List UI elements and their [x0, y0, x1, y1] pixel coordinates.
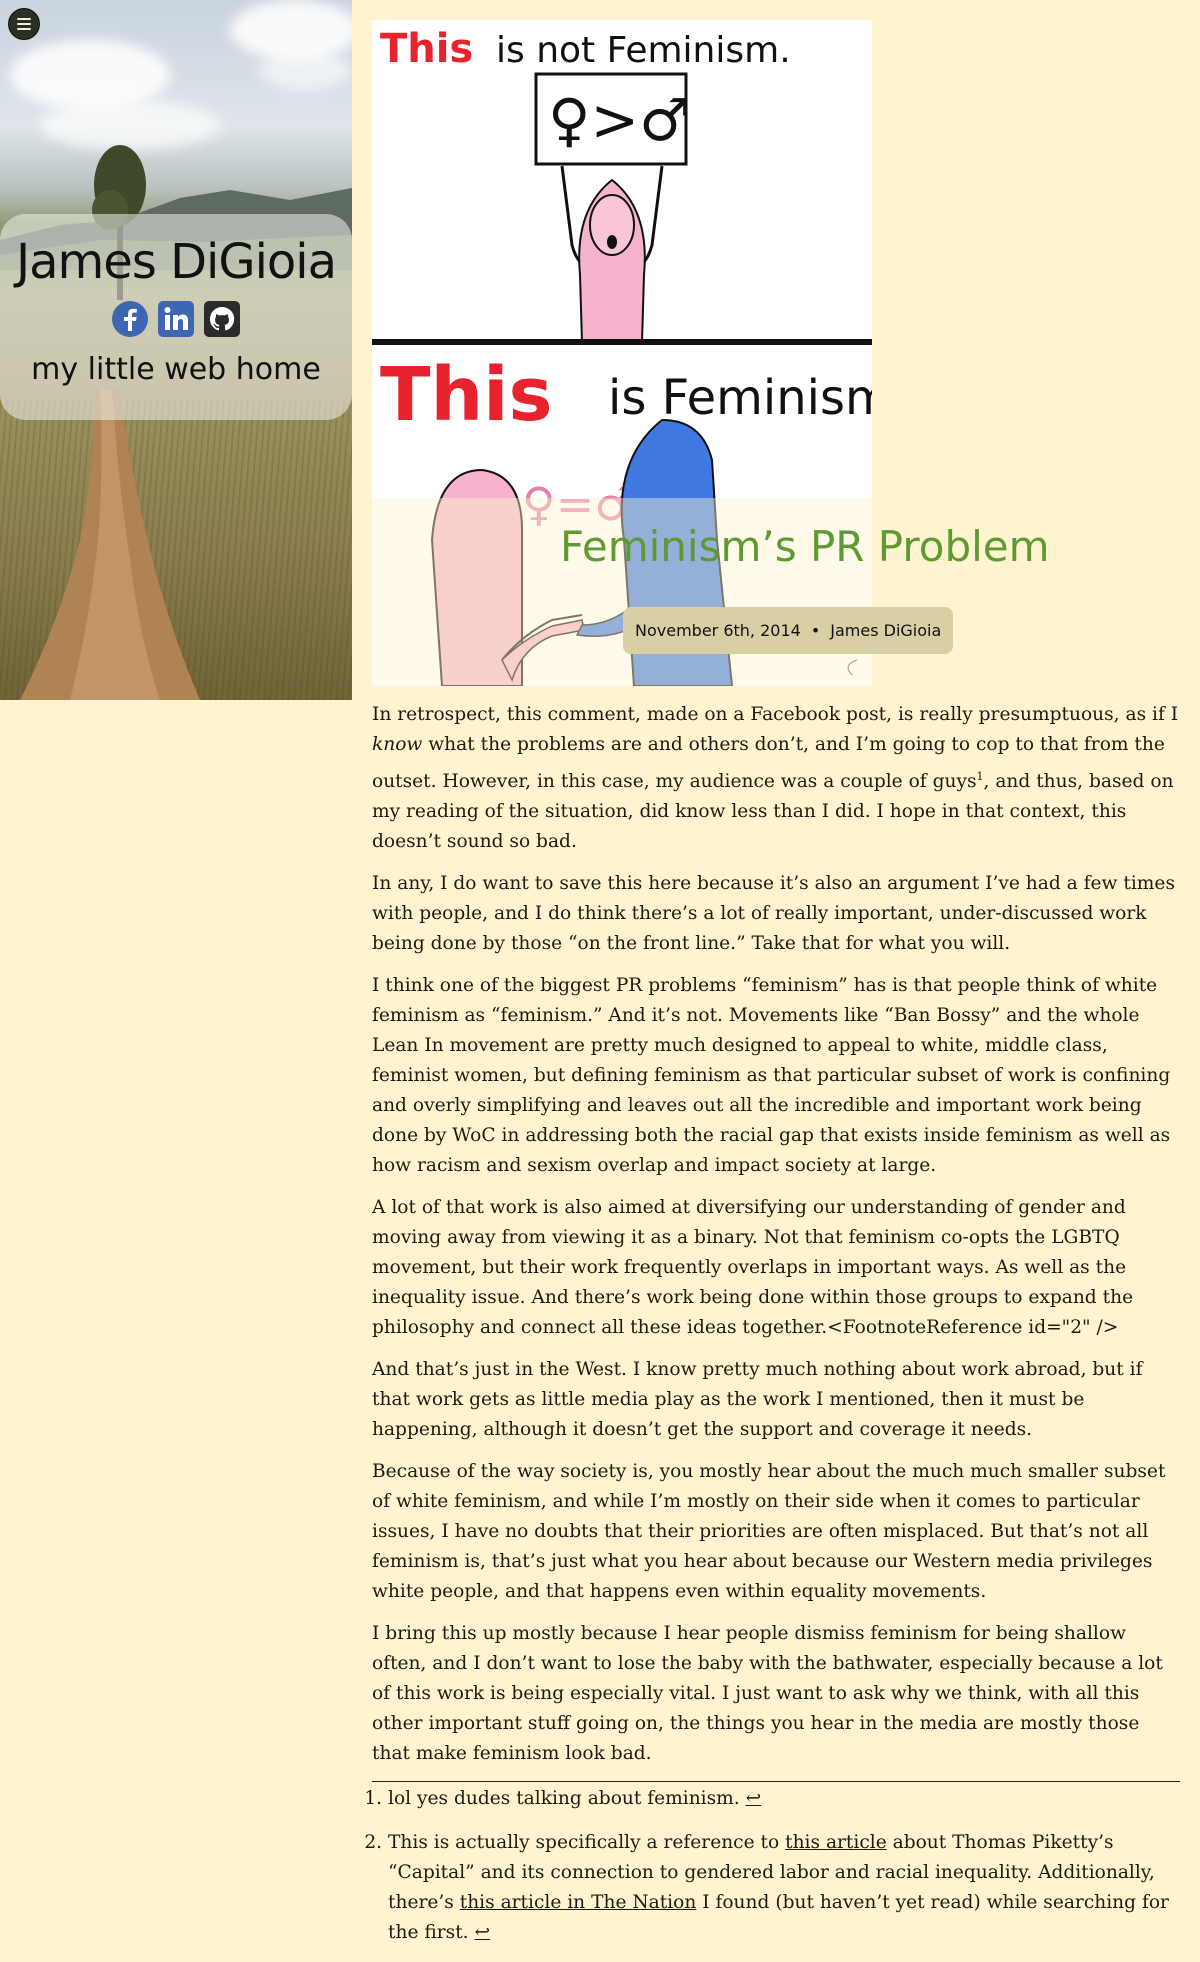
footnote-article-link[interactable]: this article [785, 1832, 887, 1853]
footnote-nation-article-link[interactable]: this article in The Nation [460, 1892, 697, 1913]
footnote-backref-link[interactable]: ↩ [746, 1788, 762, 1809]
comic-text-this-red: This [380, 26, 473, 72]
footnote-backref-link[interactable]: ↩ [475, 1922, 491, 1943]
footnote-reference-1[interactable]: 1 [977, 770, 984, 783]
footnote-item: This is actually specifically a referenc… [388, 1828, 1180, 1948]
post-author[interactable]: James DiGioia [830, 621, 941, 640]
paragraph: Because of the way society is, you mostl… [372, 1461, 1166, 1603]
site-title[interactable]: James DiGioia [0, 214, 352, 290]
paragraph: A lot of that work is also aimed at dive… [372, 1197, 1134, 1339]
sky-cloud [260, 50, 350, 90]
post-title: Feminism’s PR Problem [560, 522, 1050, 571]
footnotes: lol yes dudes talking about feminism. ↩ … [372, 1781, 1180, 1948]
linkedin-link[interactable] [157, 300, 195, 338]
footnote-list: lol yes dudes talking about feminism. ↩ … [372, 1784, 1180, 1948]
facebook-icon [112, 301, 148, 337]
sidebar: James DiGioia my little web home [0, 0, 352, 700]
site-tagline: my little web home [31, 352, 321, 387]
github-link[interactable] [203, 300, 241, 338]
comic-text-is-feminism: is Feminism. [608, 370, 872, 426]
github-icon [204, 301, 240, 337]
hamburger-menu-icon [17, 18, 31, 30]
footnote-text: lol yes dudes talking about feminism. [388, 1788, 746, 1810]
dirt-path-graphic [20, 390, 200, 700]
comic-text-not-feminism: is not Feminism. [496, 30, 791, 71]
paragraph: In any, I do want to save this here beca… [372, 873, 1175, 955]
paragraph: I bring this up mostly because I hear pe… [372, 1623, 1163, 1765]
emphasis-text: know [372, 734, 423, 755]
profile-card: James DiGioia my little web home [0, 214, 352, 420]
article-body: In retrospect, this comment, made on a F… [372, 700, 1180, 1962]
menu-button[interactable] [8, 8, 40, 40]
paragraph: And that’s just in the West. I know pret… [372, 1359, 1143, 1441]
social-links [0, 300, 352, 338]
paragraph-text: In retrospect, this comment, made on a F… [372, 704, 1179, 725]
paragraph: I think one of the biggest PR problems “… [372, 975, 1171, 1177]
meta-separator: • [810, 621, 821, 640]
linkedin-icon [158, 301, 194, 337]
footnote-item: lol yes dudes talking about feminism. ↩ [388, 1784, 1180, 1814]
paragraph: In retrospect, this comment, made on a F… [372, 700, 1180, 857]
footnote-text: This is actually specifically a referenc… [388, 1832, 786, 1854]
comic-text-this-red-2: This [380, 352, 553, 438]
post-meta: November 6th, 2014 • James DiGioia [623, 607, 954, 654]
comic-sign-text: ♀>♂ [548, 86, 691, 154]
post-date: November 6th, 2014 [635, 621, 801, 640]
facebook-link[interactable] [111, 300, 149, 338]
